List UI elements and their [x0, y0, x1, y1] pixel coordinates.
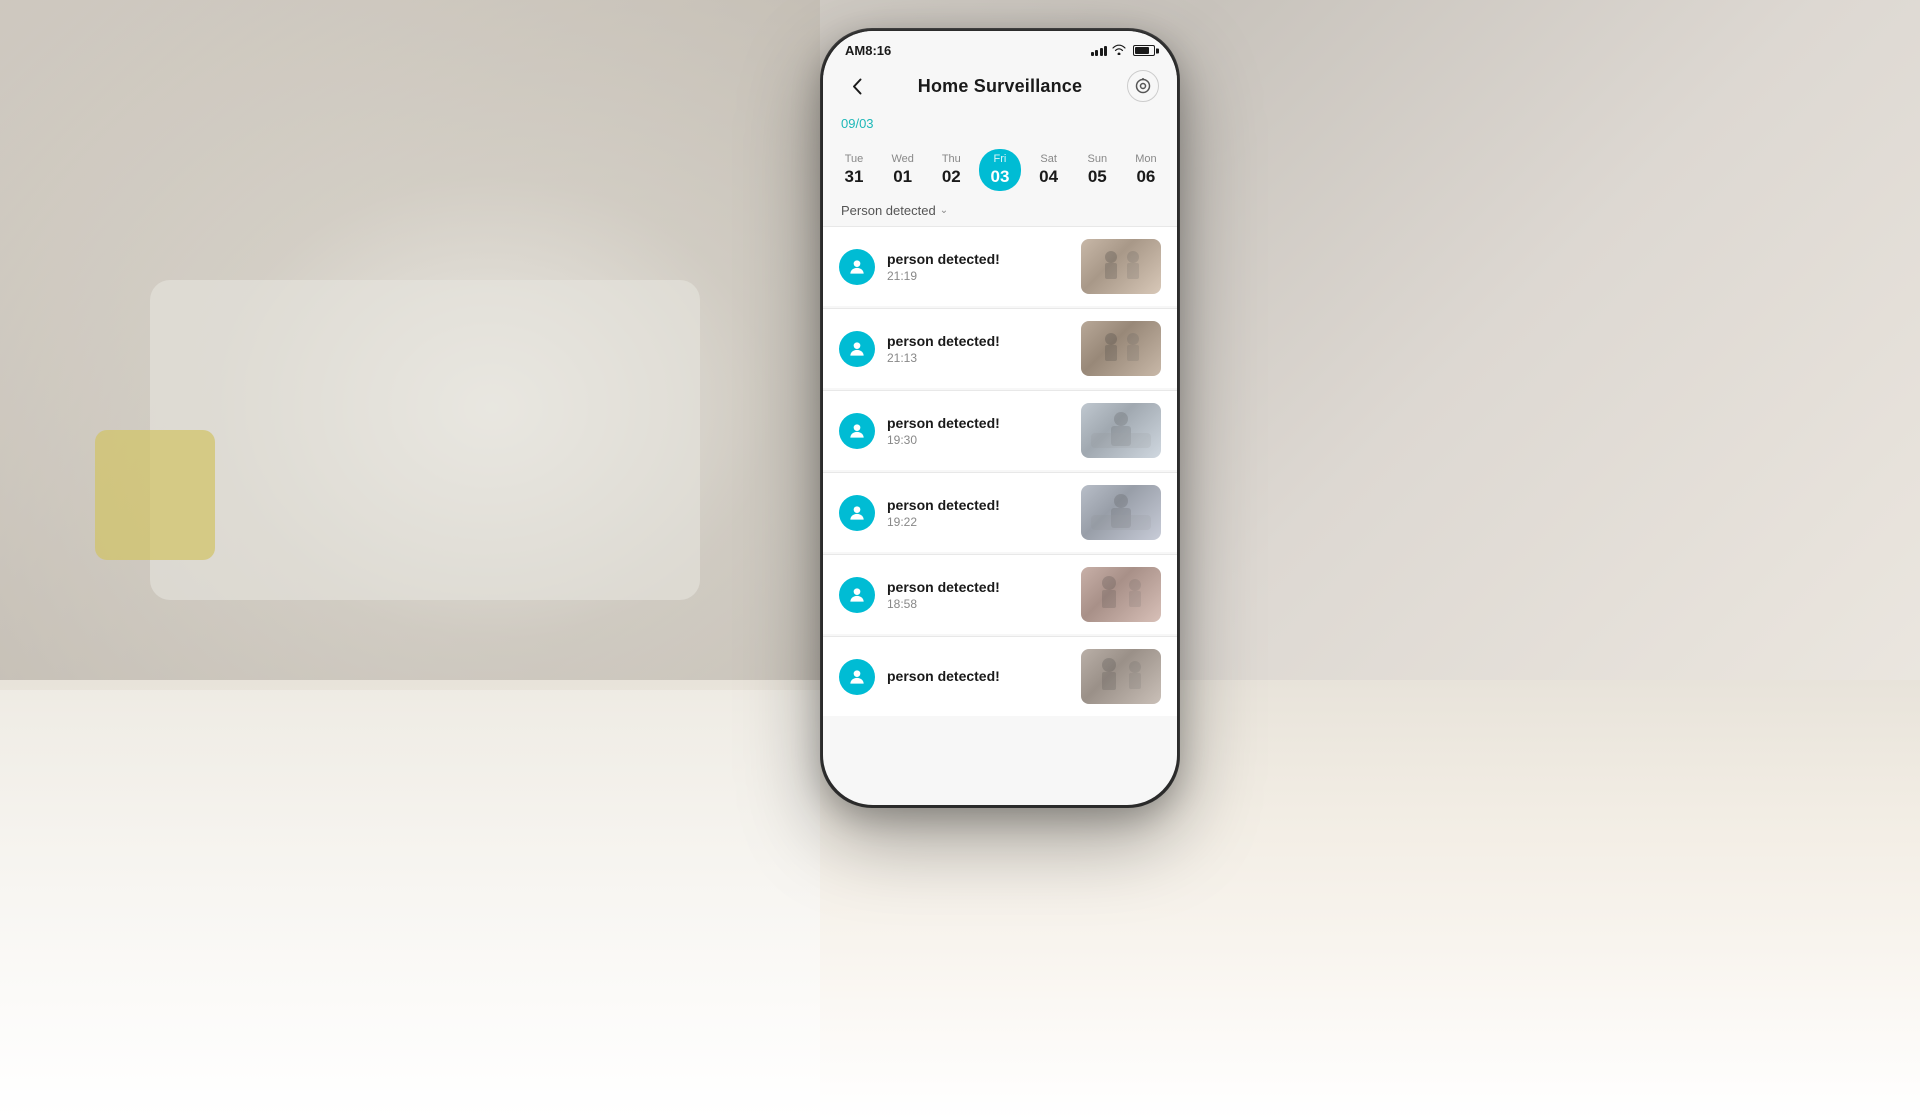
day-item-sun[interactable]: Sun 05: [1076, 149, 1118, 191]
day-num-6: 06: [1136, 167, 1155, 187]
event-item[interactable]: person detected! 19:30: [823, 391, 1177, 470]
person-detected-icon: [839, 249, 875, 285]
day-selector: Tue 31 Wed 01 Thu 02 Fri 03 Sat 04 Sun 05 Mon 06: [823, 149, 1177, 191]
date-label: 09/03: [841, 116, 1159, 131]
event-info: person detected! 18:58: [887, 579, 1069, 611]
status-icons: [1091, 44, 1156, 58]
thumb-figure: [1081, 649, 1161, 704]
day-num-5: 05: [1088, 167, 1107, 187]
day-item-fri[interactable]: Fri 03: [979, 149, 1021, 191]
phone-container: AM8:16: [820, 28, 1180, 808]
wifi-icon: [1112, 44, 1126, 58]
day-name-5: Sun: [1087, 153, 1107, 165]
day-num-0: 31: [845, 167, 864, 187]
filter-text: Person detected: [841, 203, 936, 218]
event-info: person detected! 21:19: [887, 251, 1069, 283]
date-display: 09/03: [823, 112, 1177, 149]
event-info: person detected! 21:13: [887, 333, 1069, 365]
filter-arrow-icon: ⌄: [940, 205, 948, 216]
phone-screen: AM8:16: [823, 31, 1177, 805]
person-detected-icon: [839, 331, 875, 367]
thumb-figure: [1081, 567, 1161, 622]
event-thumbnail: [1081, 403, 1161, 458]
back-button[interactable]: [841, 70, 873, 102]
event-time: 21:19: [887, 269, 1069, 283]
battery-icon: [1133, 45, 1155, 56]
event-item[interactable]: person detected!: [823, 637, 1177, 716]
event-title: person detected!: [887, 333, 1069, 349]
filter-bar[interactable]: Person detected ⌄: [823, 191, 1177, 226]
event-info: person detected! 19:30: [887, 415, 1069, 447]
event-time: 18:58: [887, 597, 1069, 611]
day-name-3: Fri: [994, 153, 1007, 165]
day-num-3: 03: [991, 167, 1010, 187]
status-time: AM8:16: [845, 43, 891, 58]
event-item[interactable]: person detected! 21:13: [823, 309, 1177, 388]
person-detected-icon: [839, 577, 875, 613]
day-item-sat[interactable]: Sat 04: [1028, 149, 1070, 191]
thumb-figure: [1081, 239, 1161, 294]
event-time: 21:13: [887, 351, 1069, 365]
settings-button[interactable]: [1127, 70, 1159, 102]
day-num-4: 04: [1039, 167, 1058, 187]
day-name-1: Wed: [891, 153, 913, 165]
person-detected-icon: [839, 659, 875, 695]
day-num-2: 02: [942, 167, 961, 187]
event-thumbnail: [1081, 239, 1161, 294]
event-thumbnail: [1081, 321, 1161, 376]
event-title: person detected!: [887, 415, 1069, 431]
thumb-figure: [1081, 485, 1161, 540]
events-list: person detected! 21:19 person detected! 21…: [823, 227, 1177, 718]
event-thumbnail: [1081, 567, 1161, 622]
day-item-mon[interactable]: Mon 06: [1125, 149, 1167, 191]
filter-label[interactable]: Person detected ⌄: [841, 203, 1159, 218]
day-name-4: Sat: [1040, 153, 1057, 165]
phone-shell: AM8:16: [820, 28, 1180, 808]
event-time: 19:22: [887, 515, 1069, 529]
event-thumbnail: [1081, 649, 1161, 704]
event-time: 19:30: [887, 433, 1069, 447]
app-title: Home Surveillance: [918, 76, 1082, 97]
event-title: person detected!: [887, 251, 1069, 267]
event-thumbnail: [1081, 485, 1161, 540]
day-item-thu[interactable]: Thu 02: [930, 149, 972, 191]
event-title: person detected!: [887, 668, 1069, 684]
day-name-2: Thu: [942, 153, 961, 165]
bg-white-bottom: [0, 690, 820, 1120]
event-item[interactable]: person detected! 19:22: [823, 473, 1177, 552]
event-info: person detected!: [887, 668, 1069, 686]
thumb-figure: [1081, 321, 1161, 376]
person-detected-icon: [839, 495, 875, 531]
day-num-1: 01: [893, 167, 912, 187]
status-bar: AM8:16: [823, 31, 1177, 64]
thumb-figure: [1081, 403, 1161, 458]
app-header: Home Surveillance: [823, 64, 1177, 112]
day-item-tue[interactable]: Tue 31: [833, 149, 875, 191]
signal-icon: [1091, 46, 1108, 56]
day-name-0: Tue: [845, 153, 864, 165]
day-item-wed[interactable]: Wed 01: [882, 149, 924, 191]
event-item[interactable]: person detected! 21:19: [823, 227, 1177, 306]
day-name-6: Mon: [1135, 153, 1156, 165]
sofa-shape: [150, 280, 700, 600]
event-title: person detected!: [887, 579, 1069, 595]
event-title: person detected!: [887, 497, 1069, 513]
event-info: person detected! 19:22: [887, 497, 1069, 529]
yellow-stool-shape: [95, 430, 215, 560]
event-item[interactable]: person detected! 18:58: [823, 555, 1177, 634]
person-detected-icon: [839, 413, 875, 449]
